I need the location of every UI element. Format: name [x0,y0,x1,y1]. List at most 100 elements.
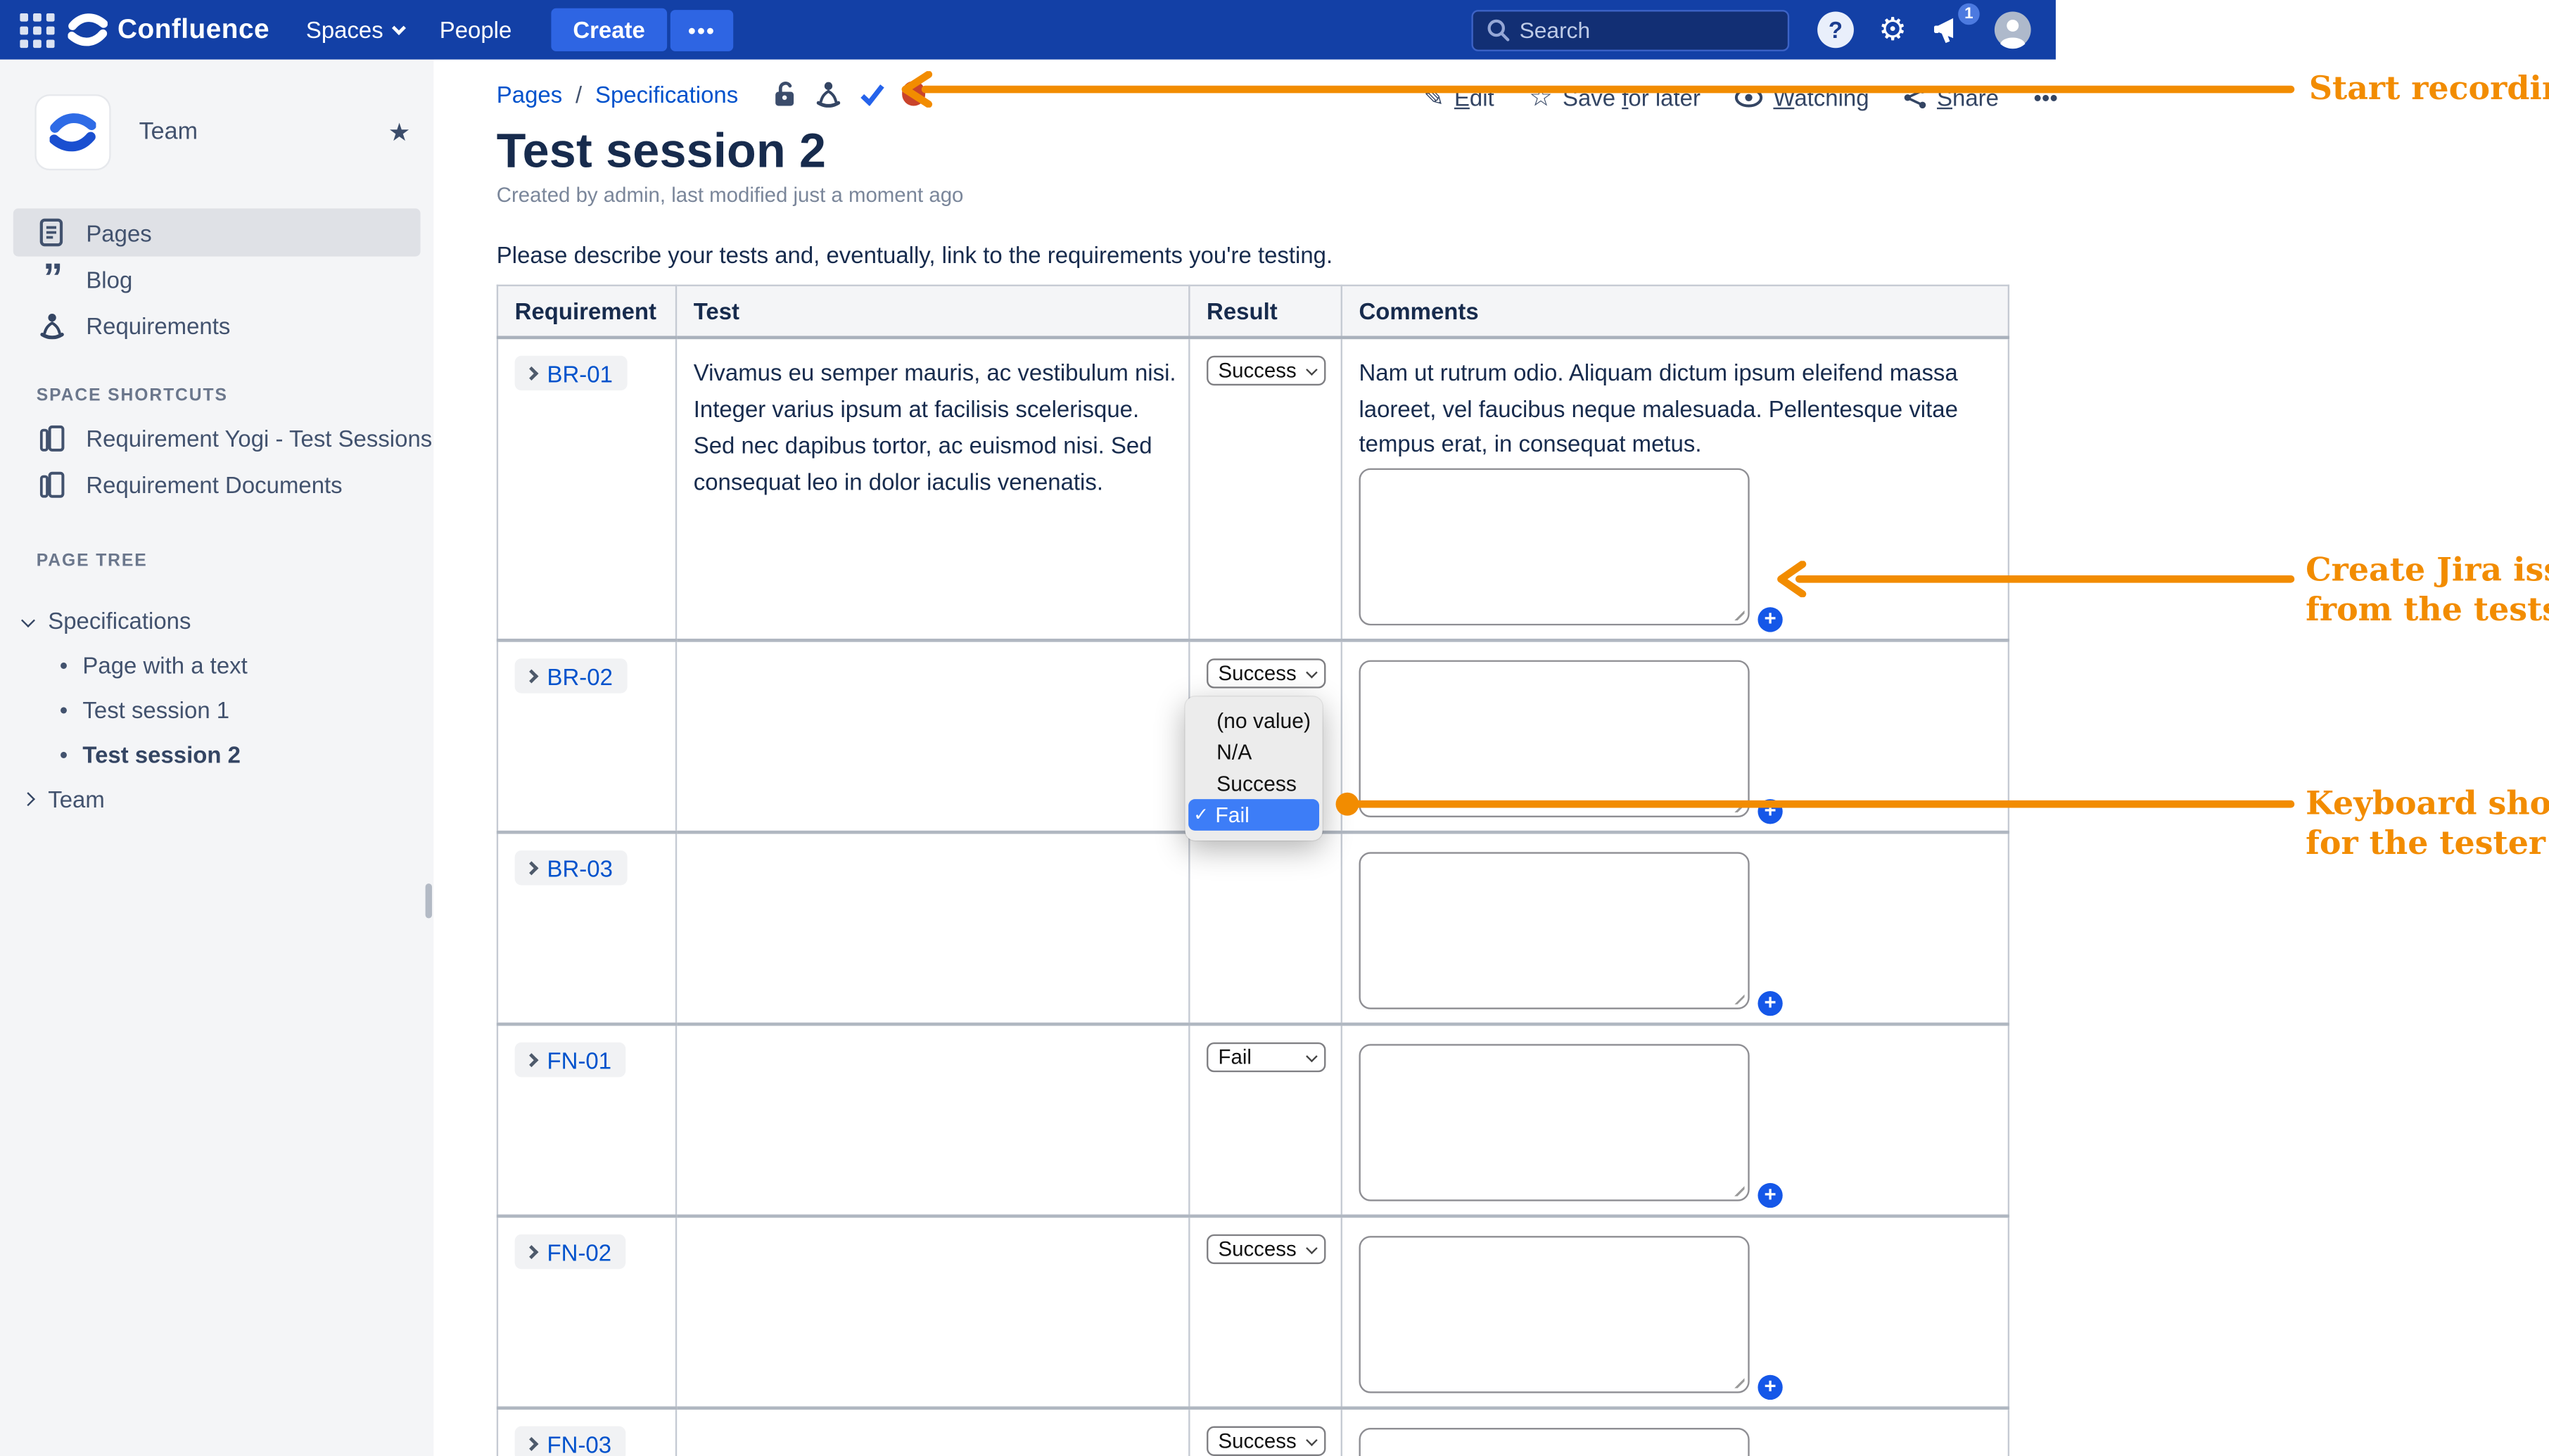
requirement-link-FN-03[interactable]: FN-03 [515,1426,627,1456]
checkmark-icon[interactable] [859,82,886,105]
avatar[interactable] [1993,10,2033,49]
annotation-start-recording: Start recording [2309,70,2549,108]
document-icon [37,219,66,247]
result-select-FN-01[interactable]: Fail [1207,1042,1326,1072]
notification-badge: 1 [1958,4,1980,25]
create-jira-issue-button[interactable]: + [1757,1375,1782,1400]
search-icon [1487,18,1510,41]
chevron-right-icon [524,862,537,874]
bullet-icon: • [60,703,68,716]
annotation-keyboard-shortcuts: Keyboard shortcuts for the tester [2306,784,2549,862]
comment-textarea[interactable] [1359,468,1749,625]
user-avatar-icon [1993,10,2033,49]
result-select-BR-02[interactable]: Success [1207,658,1326,688]
sidebar-item-pages[interactable]: Pages [13,208,421,256]
test-description: Vivamus eu semper mauris, ac vestibulum … [694,352,1177,501]
requirement-link-BR-01[interactable]: BR-01 [515,356,628,390]
page-tree: Specifications • Page with a text • Test… [0,597,433,821]
gear-icon[interactable]: ⚙ [1879,14,1907,46]
sidebar-nav: Pages ” Blog Requirements [0,208,433,349]
space-name: Team [139,119,388,146]
quote-icon: ” [37,272,66,288]
comment-textarea[interactable] [1359,1428,1749,1456]
dropdown-option-no-value[interactable]: (no value) [1188,705,1319,736]
create-jira-issue-button[interactable]: + [1757,991,1782,1016]
pages-copy-icon [37,471,66,498]
chevron-down-icon [1306,1433,1318,1445]
chevron-right-icon[interactable] [21,791,35,805]
grid-icon [19,13,53,47]
check-icon: ✓ [1193,799,1209,831]
comment-textarea[interactable] [1359,852,1749,1009]
tree-item-specifications[interactable]: Specifications [0,597,433,642]
annotation-create-jira: Create Jira issues from the tests [2306,551,2549,629]
app-switcher-icon[interactable] [15,8,58,51]
sidebar-item-requirements[interactable]: Requirements [13,302,421,349]
create-jira-issue-button[interactable]: + [1757,607,1782,632]
tree-item-team[interactable]: Team [0,776,433,821]
requirement-link-FN-02[interactable]: FN-02 [515,1234,627,1269]
dropdown-option-fail[interactable]: ✓ Fail [1188,799,1319,831]
result-select-FN-03[interactable]: Success [1207,1426,1326,1456]
chevron-down-icon [1306,363,1318,375]
search-box[interactable] [1471,9,1789,51]
create-button[interactable]: Create [552,8,667,51]
test-session-table: Requirement Test Result Comments BR-01 V… [497,285,2009,1456]
tree-item-page-with-a-text[interactable]: • Page with a text [0,642,433,687]
create-more-button[interactable]: ••• [670,9,734,51]
result-select-BR-01[interactable]: Success [1207,356,1326,385]
shortcut-requirement-yogi[interactable]: Requirement Yogi - Test Sessions [0,415,433,461]
col-requirement: Requirement [497,286,676,338]
top-navigation-bar: Confluence Spaces People Create ••• ? ⚙ [0,0,2056,60]
confluence-mark-icon [68,11,107,48]
pages-copy-icon [37,426,66,452]
chevron-down-icon [1306,1050,1318,1062]
bullet-icon: • [60,658,68,671]
breadcrumb-pages[interactable]: Pages [497,80,562,107]
chevron-down-icon[interactable] [21,613,35,627]
breadcrumb: Pages / Specifications [497,79,926,108]
space-logo[interactable] [37,96,110,169]
table-row: FN-01 Fail + [497,1024,2009,1216]
comment-textarea[interactable] [1359,1236,1749,1393]
unlock-icon[interactable] [771,79,798,108]
search-input[interactable] [1520,18,1751,42]
comment-text: Nam ut rutrum odio. Aliquam dictum ipsum… [1359,352,1991,464]
col-test: Test [676,286,1189,338]
comment-textarea[interactable] [1359,1044,1749,1201]
chevron-right-icon [524,1054,537,1066]
notifications-button[interactable]: 1 [1931,13,1968,46]
help-icon[interactable]: ? [1817,11,1854,48]
yoga-icon [37,313,66,340]
favorite-star-icon[interactable]: ★ [388,117,411,147]
sidebar-item-blog[interactable]: ” Blog [13,257,421,303]
result-select-FN-02[interactable]: Success [1207,1234,1326,1264]
table-header-row: Requirement Test Result Comments [497,286,2009,338]
space-header: Team ★ [37,96,411,169]
col-comments: Comments [1342,286,2009,338]
chevron-right-icon [524,366,537,379]
start-recording-arrow [898,71,2297,108]
table-row: BR-03 + [497,832,2009,1024]
space-shortcuts-header: SPACE SHORTCUTS [37,385,434,405]
byline: Created by admin, last modified just a m… [497,184,964,207]
create-jira-issue-button[interactable]: + [1757,1183,1782,1208]
requirement-link-BR-03[interactable]: BR-03 [515,850,628,885]
spaces-menu[interactable]: Spaces [306,17,403,44]
confluence-logo[interactable]: Confluence [68,11,269,48]
intro-text: Please describe your tests and, eventual… [497,241,1333,268]
shortcut-requirement-documents[interactable]: Requirement Documents [0,461,433,508]
col-result: Result [1189,286,1341,338]
keyboard-shortcuts-connector [1334,791,2297,817]
requirement-yogi-icon[interactable] [814,80,842,107]
breadcrumb-specifications[interactable]: Specifications [595,80,738,107]
result-dropdown-menu: (no value) N/A Success ✓ Fail [1185,696,1322,841]
requirement-link-FN-01[interactable]: FN-01 [515,1042,627,1077]
requirement-link-BR-02[interactable]: BR-02 [515,658,628,693]
tree-item-test-session-2[interactable]: • Test session 2 [0,732,433,777]
people-menu[interactable]: People [440,17,512,44]
dropdown-option-na[interactable]: N/A [1188,736,1319,768]
tree-item-test-session-1[interactable]: • Test session 1 [0,687,433,732]
dropdown-option-success[interactable]: Success [1188,767,1319,799]
chevron-right-icon [524,670,537,682]
